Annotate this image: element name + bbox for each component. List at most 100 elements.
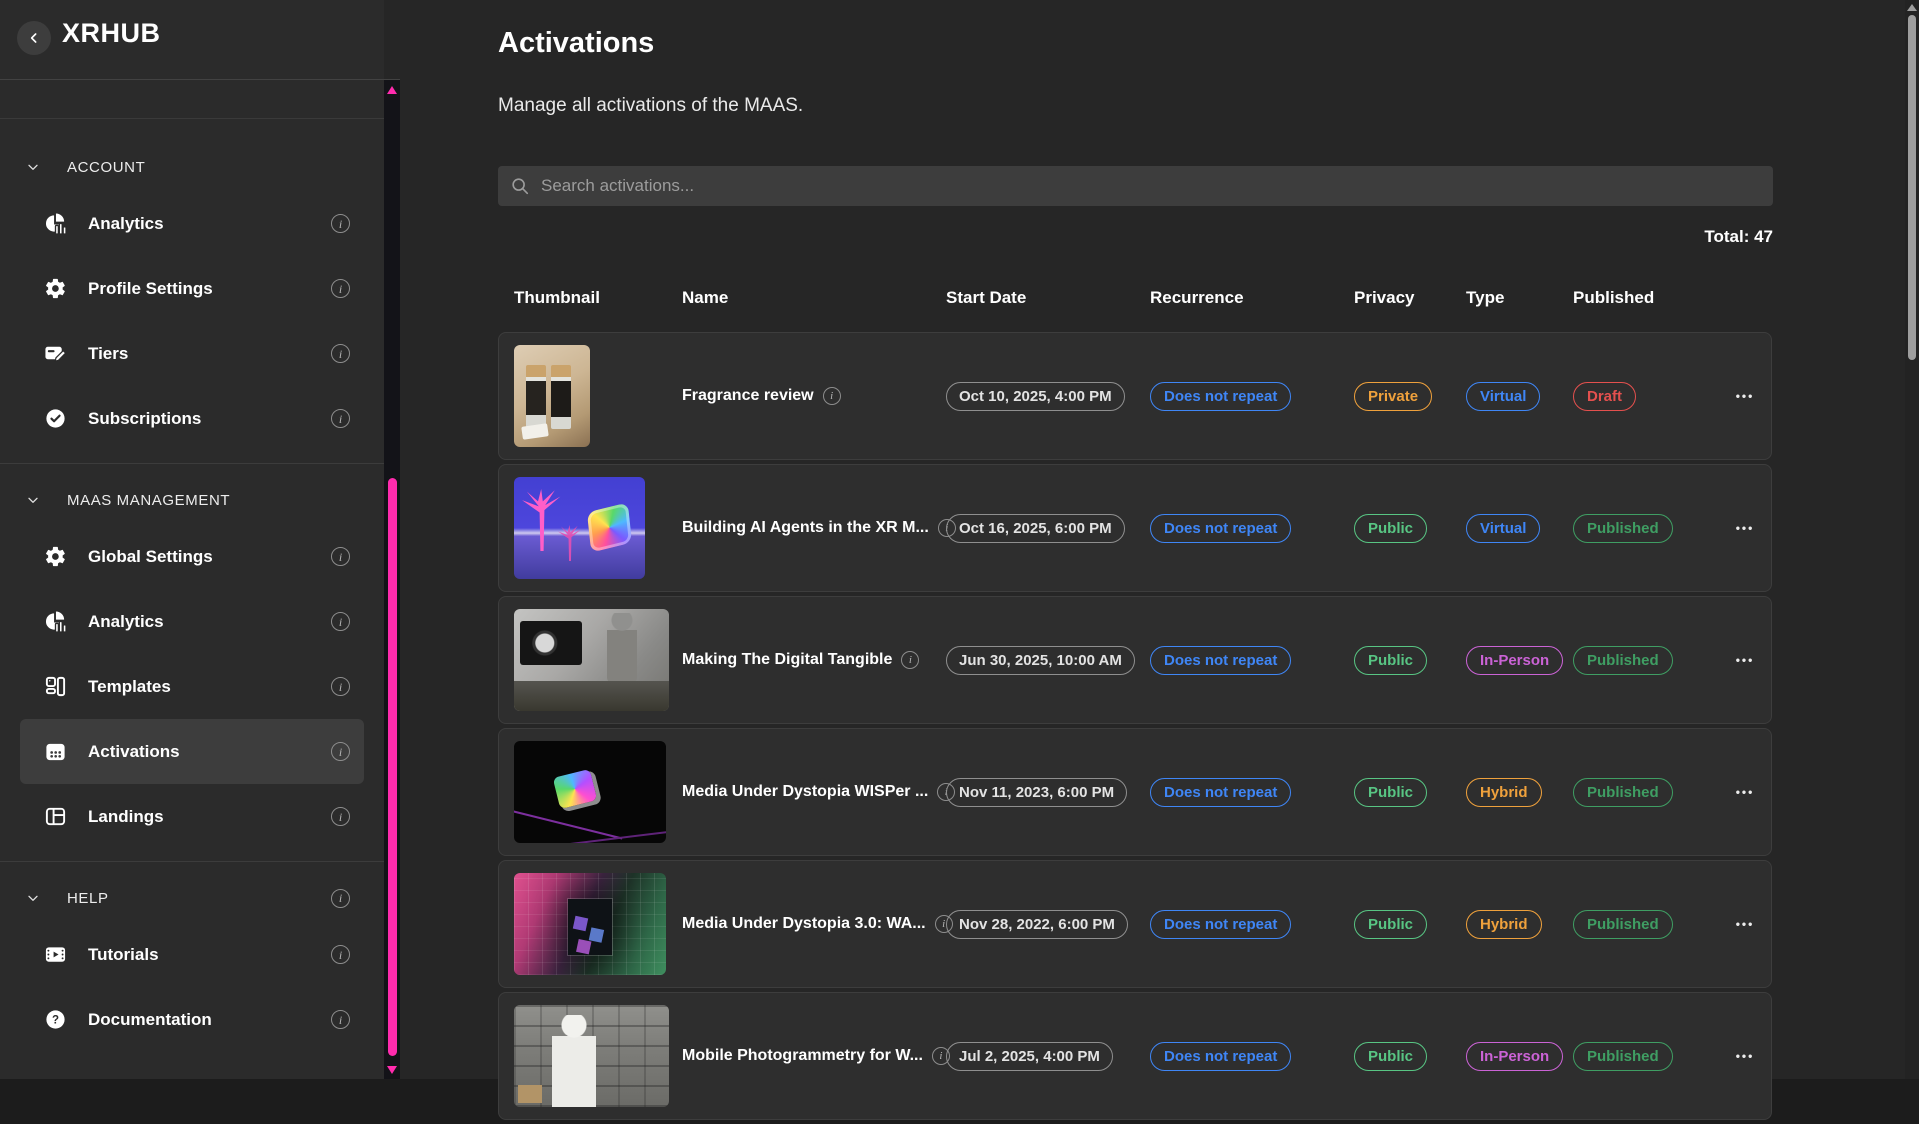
sidebar-item-subscriptions[interactable]: Subscriptions bbox=[20, 386, 364, 451]
sidebar-item-label: Analytics bbox=[88, 214, 164, 234]
table-row[interactable]: Building AI Agents in the XR M... Oct 16… bbox=[498, 464, 1772, 592]
published-badge: Published bbox=[1573, 910, 1673, 939]
sidebar-scrollbar[interactable] bbox=[384, 80, 400, 1079]
sidebar-divider bbox=[0, 861, 384, 862]
info-icon[interactable] bbox=[331, 612, 350, 631]
activations-table: Fragrance review Oct 10, 2025, 4:00 PM D… bbox=[498, 332, 1772, 1124]
scrollbar-up-arrow-icon[interactable] bbox=[1907, 4, 1917, 11]
sidebar-item-tiers[interactable]: Tiers bbox=[20, 321, 364, 386]
published-badge: Draft bbox=[1573, 382, 1636, 411]
window-scrollbar-thumb[interactable] bbox=[1908, 15, 1916, 360]
sidebar-item-templates[interactable]: Templates bbox=[20, 654, 364, 719]
sidebar-item-label: Tiers bbox=[88, 344, 128, 364]
table-row[interactable]: Fragrance review Oct 10, 2025, 4:00 PM D… bbox=[498, 332, 1772, 460]
row-actions-button[interactable] bbox=[1736, 1049, 1755, 1063]
chevron-down-icon bbox=[25, 492, 41, 508]
recurrence-badge: Does not repeat bbox=[1150, 778, 1291, 807]
table-row[interactable]: Media Under Dystopia 3.0: WA... Nov 28, … bbox=[498, 860, 1772, 988]
info-icon[interactable] bbox=[331, 945, 350, 964]
page-subtitle: Manage all activations of the MAAS. bbox=[498, 95, 803, 117]
info-icon[interactable] bbox=[331, 547, 350, 566]
sidebar-item-analytics[interactable]: Analytics bbox=[20, 191, 364, 256]
sidebar-scrollbar-thumb[interactable] bbox=[388, 478, 397, 1056]
column-header-thumbnail: Thumbnail bbox=[514, 288, 682, 308]
question-circle-icon: ? bbox=[44, 1008, 67, 1031]
table-row[interactable]: Making The Digital Tangible Jun 30, 2025… bbox=[498, 596, 1772, 724]
gear-icon bbox=[44, 277, 67, 300]
published-badge: Published bbox=[1573, 778, 1673, 807]
table-header: Thumbnail Name Start Date Recurrence Pri… bbox=[498, 288, 1772, 308]
sidebar-item-analytics[interactable]: Analytics bbox=[20, 589, 364, 654]
sidebar-item-profile-settings[interactable]: Profile Settings bbox=[20, 256, 364, 321]
sidebar-item-documentation[interactable]: ? Documentation bbox=[20, 987, 364, 1052]
sidebar-item-tutorials[interactable]: Tutorials bbox=[20, 922, 364, 987]
info-icon[interactable] bbox=[331, 409, 350, 428]
sidebar-section: HELP Tutorials ? Documentation bbox=[0, 874, 384, 1052]
total-count: Total: 47 bbox=[498, 227, 1773, 247]
sidebar-section-header[interactable]: ACCOUNT bbox=[0, 143, 384, 191]
info-icon[interactable] bbox=[331, 742, 350, 761]
activation-thumbnail bbox=[514, 345, 590, 447]
start-date-badge: Nov 11, 2023, 6:00 PM bbox=[946, 778, 1127, 807]
info-icon[interactable] bbox=[331, 1010, 350, 1029]
published-badge: Published bbox=[1573, 646, 1673, 675]
info-icon[interactable] bbox=[331, 677, 350, 696]
page-title: Activations bbox=[498, 27, 654, 60]
main-content: Activations Manage all activations of th… bbox=[400, 0, 1919, 1079]
info-icon[interactable] bbox=[331, 807, 350, 826]
row-actions-button[interactable] bbox=[1736, 917, 1755, 931]
chevron-left-icon bbox=[26, 30, 42, 46]
film-play-icon bbox=[44, 943, 67, 966]
column-header-type: Type bbox=[1466, 288, 1573, 308]
info-icon[interactable] bbox=[331, 214, 350, 233]
row-actions-button[interactable] bbox=[1736, 785, 1755, 799]
sidebar-item-label: Documentation bbox=[88, 1010, 212, 1030]
privacy-badge: Public bbox=[1354, 514, 1427, 543]
info-icon[interactable] bbox=[331, 344, 350, 363]
scrollbar-down-arrow-icon[interactable] bbox=[387, 1066, 397, 1074]
type-badge: Virtual bbox=[1466, 514, 1540, 543]
info-icon[interactable] bbox=[901, 651, 919, 669]
sidebar-section-header[interactable]: HELP bbox=[0, 874, 384, 922]
start-date-badge: Nov 28, 2022, 6:00 PM bbox=[946, 910, 1128, 939]
scrollbar-up-arrow-icon[interactable] bbox=[387, 86, 397, 94]
table-row[interactable]: Media Under Dystopia WISPer ... Nov 11, … bbox=[498, 728, 1772, 856]
info-icon[interactable] bbox=[823, 387, 841, 405]
sidebar-section-header[interactable]: MAAS MANAGEMENT bbox=[0, 476, 384, 524]
info-icon[interactable] bbox=[331, 889, 350, 908]
sidebar-item-activations[interactable]: Activations bbox=[20, 719, 364, 784]
search-icon bbox=[510, 176, 530, 196]
table-row[interactable]: Mobile Photogrammetry for W... Jul 2, 20… bbox=[498, 992, 1772, 1120]
analytics-pie-icon bbox=[44, 212, 67, 235]
sidebar-nav-divider bbox=[0, 118, 384, 119]
sidebar-item-label: Tutorials bbox=[88, 945, 159, 965]
activation-name: Media Under Dystopia WISPer ... bbox=[682, 783, 928, 801]
search-input[interactable] bbox=[539, 175, 1761, 197]
back-button[interactable] bbox=[17, 21, 51, 55]
row-actions-button[interactable] bbox=[1736, 521, 1755, 535]
sidebar-section-label: ACCOUNT bbox=[67, 159, 145, 176]
row-actions-button[interactable] bbox=[1736, 653, 1755, 667]
sidebar-nav: ACCOUNT Analytics Profile Settings Tiers… bbox=[0, 119, 384, 1052]
card-edit-icon bbox=[44, 342, 67, 365]
sidebar-section-label: HELP bbox=[67, 890, 109, 907]
activation-name: Making The Digital Tangible bbox=[682, 651, 892, 669]
sidebar-item-global-settings[interactable]: Global Settings bbox=[20, 524, 364, 589]
templates-icon bbox=[44, 675, 67, 698]
sidebar-item-label: Global Settings bbox=[88, 547, 213, 567]
sidebar-item-label: Landings bbox=[88, 807, 164, 827]
app-title: XRHUB bbox=[62, 18, 161, 49]
recurrence-badge: Does not repeat bbox=[1150, 382, 1291, 411]
layout-icon bbox=[44, 805, 67, 828]
column-header-privacy: Privacy bbox=[1354, 288, 1466, 308]
sidebar-item-landings[interactable]: Landings bbox=[20, 784, 364, 849]
start-date-badge: Jun 30, 2025, 10:00 AM bbox=[946, 646, 1135, 675]
window-scrollbar[interactable] bbox=[1905, 0, 1919, 1079]
activation-name: Building AI Agents in the XR M... bbox=[682, 519, 929, 537]
sidebar-item-label: Analytics bbox=[88, 612, 164, 632]
start-date-badge: Oct 10, 2025, 4:00 PM bbox=[946, 382, 1125, 411]
info-icon[interactable] bbox=[331, 279, 350, 298]
activation-thumbnail bbox=[514, 609, 669, 711]
activation-name: Media Under Dystopia 3.0: WA... bbox=[682, 915, 926, 933]
row-actions-button[interactable] bbox=[1736, 389, 1755, 403]
